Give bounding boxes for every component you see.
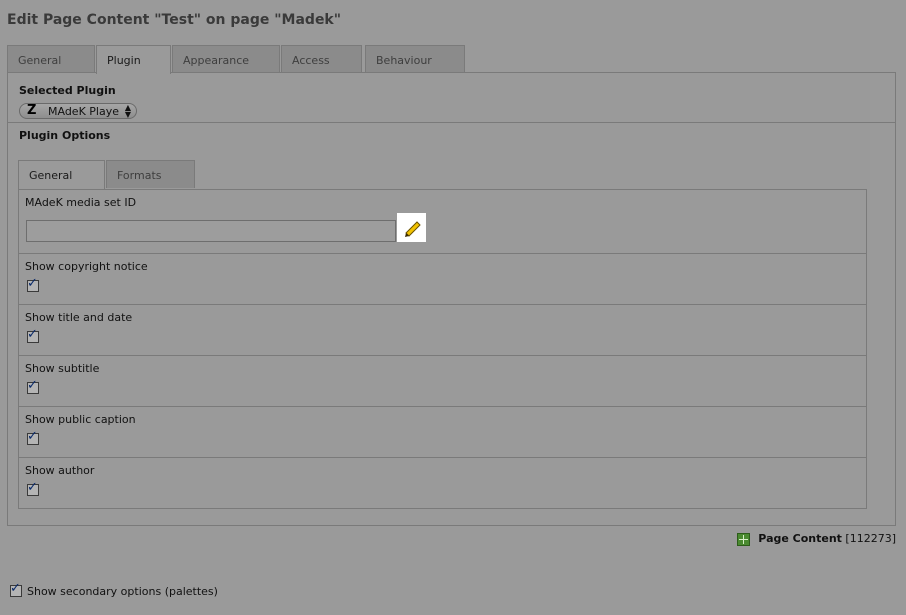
page-title: Edit Page Content "Test" on page "Madek" bbox=[7, 12, 342, 28]
checkmark-icon: ✓ bbox=[10, 581, 21, 596]
new-record-icon[interactable] bbox=[737, 533, 750, 546]
list-item: Show author ✓ bbox=[19, 458, 866, 508]
tab-plugin[interactable]: Plugin bbox=[96, 45, 171, 74]
copyright-notice-label: Show copyright notice bbox=[25, 260, 148, 273]
record-id: [112273] bbox=[845, 532, 896, 545]
plugin-select-value: MAdeK Player bbox=[48, 105, 120, 118]
tab-access[interactable]: Access bbox=[281, 45, 362, 73]
plugin-logo-icon: Z bbox=[27, 103, 37, 118]
record-type: Page Content bbox=[758, 532, 842, 545]
checkmark-icon: ✓ bbox=[27, 327, 38, 342]
select-arrows-icon: ▲ ▼ bbox=[124, 103, 131, 119]
media-set-label: MAdeK media set ID bbox=[25, 196, 137, 209]
media-set-id-input[interactable] bbox=[26, 220, 396, 242]
title-date-label: Show title and date bbox=[25, 311, 133, 324]
list-item: Show subtitle ✓ bbox=[19, 356, 866, 407]
media-set-row: MAdeK media set ID bbox=[19, 190, 866, 254]
list-item: Show title and date ✓ bbox=[19, 305, 866, 356]
public-caption-checkbox[interactable]: ✓ bbox=[27, 429, 39, 445]
pencil-icon[interactable] bbox=[397, 213, 426, 242]
author-label: Show author bbox=[25, 464, 95, 477]
public-caption-label: Show public caption bbox=[25, 413, 136, 426]
plugin-select[interactable]: Z MAdeK Player ▲ ▼ bbox=[19, 103, 137, 119]
list-item: Show copyright notice ✓ bbox=[19, 254, 866, 305]
selected-plugin-label: Selected Plugin bbox=[19, 84, 116, 97]
tab-appearance[interactable]: Appearance bbox=[172, 45, 280, 73]
subtitle-label: Show subtitle bbox=[25, 362, 100, 375]
checkmark-icon: ✓ bbox=[27, 429, 38, 444]
subtab-general[interactable]: General bbox=[18, 160, 105, 189]
tab-behaviour[interactable]: Behaviour bbox=[365, 45, 465, 73]
plugin-options-label: Plugin Options bbox=[19, 129, 111, 142]
plugin-options-list: MAdeK media set ID Show copyright notice… bbox=[18, 189, 867, 509]
checkmark-icon: ✓ bbox=[27, 378, 38, 393]
record-reference: Page Content [112273] bbox=[758, 532, 896, 545]
author-checkbox[interactable]: ✓ bbox=[27, 480, 39, 496]
checkmark-icon: ✓ bbox=[27, 480, 38, 495]
tab-general[interactable]: General bbox=[7, 45, 95, 73]
title-date-checkbox[interactable]: ✓ bbox=[27, 327, 39, 343]
plugin-panel: Selected Plugin Z MAdeK Player ▲ ▼ Plugin… bbox=[7, 72, 896, 526]
secondary-options-checkbox[interactable]: ✓ bbox=[10, 581, 22, 597]
copyright-notice-checkbox[interactable]: ✓ bbox=[27, 276, 39, 292]
section-divider bbox=[8, 122, 895, 123]
subtitle-checkbox[interactable]: ✓ bbox=[27, 378, 39, 394]
secondary-options-label: Show secondary options (palettes) bbox=[27, 585, 218, 598]
list-item: Show public caption ✓ bbox=[19, 407, 866, 458]
subtab-formats[interactable]: Formats bbox=[106, 160, 195, 188]
checkmark-icon: ✓ bbox=[27, 276, 38, 291]
